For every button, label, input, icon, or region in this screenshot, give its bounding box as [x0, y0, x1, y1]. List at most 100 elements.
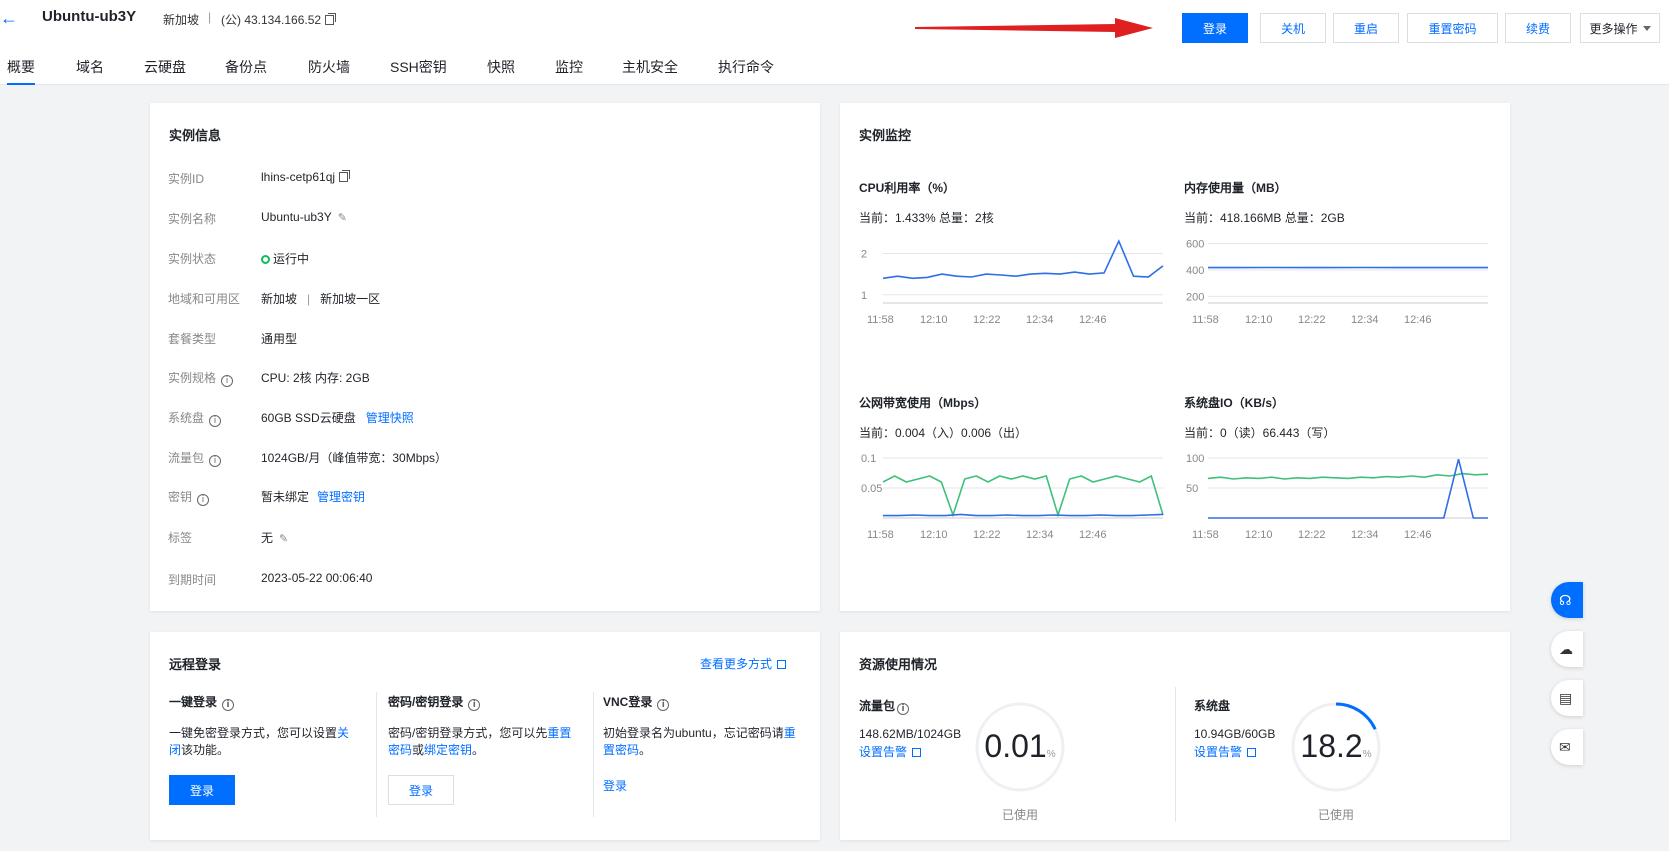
info-icon[interactable]: i [221, 375, 234, 387]
renew-button[interactable]: 续费 [1505, 13, 1571, 43]
document-icon[interactable]: ▤ [1551, 680, 1583, 716]
feedback-icon[interactable]: ✉ [1551, 729, 1583, 765]
disk-usage: 10.94GB/60GB [1194, 727, 1276, 741]
tab-firewall[interactable]: 防火墙 [308, 57, 350, 77]
tags-value: 无 ✎ [261, 529, 288, 546]
vnc-login-desc-text: 初始登录名为ubuntu，忘记密码请 [603, 726, 784, 740]
or-text: 或 [412, 743, 425, 757]
x-tick-label: 12:46 [1079, 529, 1107, 541]
system-disk-text: 60GB SSD云硬盘 [261, 411, 356, 425]
top-bar: ← Ubuntu-ub3Y 新加坡 | (公) 43.134.166.52 登录… [0, 0, 1669, 85]
edit-pencil-icon[interactable]: ✎ [279, 532, 288, 545]
x-tick-label: 12:46 [1404, 314, 1432, 326]
vnc-login-link[interactable]: 登录 [603, 777, 627, 794]
public-ip: (公) 43.134.166.52 [221, 11, 337, 28]
percent-unit: % [1362, 749, 1372, 760]
memory-chart[interactable]: 600 400 200 11:58 12:10 12:22 12:34 12:46 [1184, 233, 1489, 328]
y-tick-label: 600 [1186, 239, 1204, 251]
more-actions-button[interactable]: 更多操作 [1580, 13, 1660, 43]
instance-info-card: 实例信息 实例ID lhins-cetp61qj 实例名称 Ubuntu-ub3… [150, 103, 820, 611]
one-click-desc-end: 该功能。 [181, 743, 230, 757]
traffic-usage: 148.62MB/1024GB [859, 727, 962, 741]
tab-domain[interactable]: 域名 [76, 57, 104, 77]
one-click-login-button[interactable]: 登录 [169, 775, 235, 805]
x-tick-label: 12:46 [1079, 314, 1107, 326]
cpu-chart[interactable]: 2 111:58 12:10 12:22 12:34 12:46 [859, 233, 1164, 328]
password-login-title-text: 密码/密钥登录 [388, 695, 464, 709]
x-tick-label: 12:10 [920, 529, 948, 541]
info-icon[interactable]: i [897, 703, 910, 715]
row-label: 实例状态 [168, 252, 217, 266]
monitor-title: 实例监控 [859, 128, 912, 143]
info-icon[interactable]: i [197, 494, 210, 506]
bandwidth-chart[interactable]: 0.1 0.05 11:58 12:10 12:22 12:34 12:46 [859, 448, 1164, 543]
tab-monitor[interactable]: 监控 [555, 57, 583, 77]
row-label: 套餐类型 [168, 332, 217, 346]
external-link-icon [912, 748, 922, 757]
shutdown-button[interactable]: 关机 [1260, 13, 1326, 43]
tab-run-command[interactable]: 执行命令 [718, 57, 774, 77]
support-headset-icon[interactable]: ☊ [1551, 582, 1583, 618]
cpu-current: 当前：1.433% 总量：2核 [859, 211, 994, 225]
manage-snapshot-link[interactable]: 管理快照 [366, 411, 414, 425]
divider [593, 692, 594, 817]
traffic-title-text: 流量包 [859, 699, 896, 713]
memory-current: 当前：418.166MB 总量：2GB [1184, 211, 1345, 225]
traffic-alarm-link[interactable]: 设置告警 [859, 743, 922, 760]
row-label-text: 密钥 [168, 490, 193, 504]
series-line [883, 513, 1164, 517]
info-icon[interactable]: i [468, 699, 481, 711]
instance-info-title: 实例信息 [169, 128, 222, 143]
tab-ssh-key[interactable]: SSH密钥 [390, 57, 447, 77]
resource-usage-card: 资源使用情况 流量包 i 148.62MB/1024GB 设置告警 0.01% 已… [840, 632, 1510, 840]
copy-icon[interactable] [339, 170, 351, 182]
reset-password-button[interactable]: 重置密码 [1407, 13, 1498, 43]
manage-key-link[interactable]: 管理密钥 [317, 490, 365, 504]
info-icon[interactable]: i [222, 699, 235, 711]
series-line [882, 239, 1164, 280]
restart-button[interactable]: 重启 [1333, 13, 1399, 43]
external-link-icon [777, 660, 787, 669]
x-tick-label: 12:10 [1245, 529, 1273, 541]
bandwidth-chart-title: 公网带宽使用（Mbps） [859, 396, 987, 410]
copy-icon[interactable] [325, 13, 337, 25]
row-label: 流量包 i [168, 449, 222, 467]
login-button[interactable]: 登录 [1182, 13, 1248, 43]
instance-name-text: Ubuntu-ub3Y [261, 210, 332, 224]
y-tick-label: 50 [1186, 483, 1198, 495]
x-tick-label: 12:34 [1351, 314, 1379, 326]
x-tick-label: 11:58 [1192, 314, 1219, 326]
row-label: 地域和可用区 [168, 292, 241, 306]
row-label-text: 系统盘 [168, 411, 205, 425]
info-icon[interactable]: i [209, 415, 222, 427]
password-login-button[interactable]: 登录 [388, 775, 454, 805]
y-tick-label: 0.05 [861, 483, 882, 495]
disk-percent-value: 18.2 [1300, 728, 1363, 764]
memory-chart-title: 内存使用量（MB） [1184, 181, 1287, 195]
disk-alarm-link[interactable]: 设置告警 [1194, 743, 1257, 760]
disk-io-chart-title: 系统盘IO（KB/s） [1184, 396, 1285, 410]
system-disk-title: 系统盘 [1194, 699, 1231, 713]
y-tick-label: 100 [1186, 453, 1204, 465]
bind-key-link[interactable]: 绑定密钥 [424, 743, 472, 757]
back-arrow-icon[interactable]: ← [0, 8, 18, 29]
divider [376, 692, 377, 817]
edit-pencil-icon[interactable]: ✎ [338, 211, 347, 224]
spec-value: CPU: 2核 内存: 2GB [261, 371, 370, 385]
traffic-percent: 0.01% [973, 728, 1067, 765]
info-icon[interactable]: i [209, 455, 222, 467]
disk-io-chart[interactable]: 100 50 11:58 12:10 12:22 12:34 12:46 [1184, 448, 1489, 543]
tab-cloud-disk[interactable]: 云硬盘 [144, 57, 186, 77]
one-click-desc: 一键免密登录方式，您可以设置关闭该功能。 [169, 725, 359, 759]
tab-overview[interactable]: 概要 [7, 57, 35, 85]
more-login-ways-link[interactable]: 查看更多方式 [700, 655, 787, 672]
tab-snapshot[interactable]: 快照 [487, 57, 515, 77]
resource-usage-title: 资源使用情况 [859, 657, 938, 672]
cloud-icon[interactable]: ☁ [1551, 631, 1583, 667]
one-click-title: 一键登录 i [169, 693, 235, 711]
key-text: 暂未绑定 [261, 490, 310, 504]
info-icon[interactable]: i [657, 699, 670, 711]
row-label: 标签 [168, 531, 193, 545]
tab-host-security[interactable]: 主机安全 [622, 57, 678, 77]
tab-backup[interactable]: 备份点 [225, 57, 267, 77]
